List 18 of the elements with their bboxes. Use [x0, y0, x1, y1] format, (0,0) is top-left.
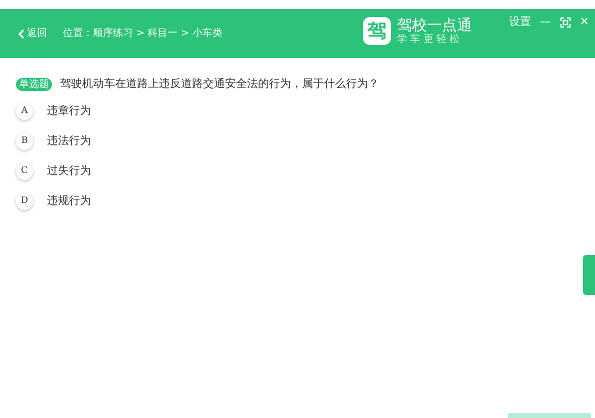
fullscreen-icon[interactable]	[560, 16, 571, 28]
chevron-left-icon	[18, 28, 25, 38]
app-name: 驾校一点通	[397, 17, 472, 34]
app-slogan: 学 车 更 轻 松	[397, 34, 461, 45]
option-text[interactable]: 违规行为	[47, 193, 91, 210]
option-letter[interactable]: B	[16, 133, 33, 150]
question-text: 驾驶机动车在道路上违反道路交通安全法的行为，属于什么行为？	[60, 76, 379, 92]
question-type-tag: 单选题	[16, 78, 52, 91]
logo-mark: 驾	[363, 17, 391, 45]
option-text[interactable]: 违法行为	[47, 133, 91, 150]
side-tab[interactable]	[583, 255, 595, 295]
bottom-button[interactable]	[508, 413, 591, 418]
option-letter[interactable]: A	[16, 103, 33, 120]
breadcrumb: 位置：顺序练习 > 科目一 > 小车类	[63, 26, 222, 41]
option-letter[interactable]: D	[16, 193, 33, 210]
option-text[interactable]: 过失行为	[47, 163, 91, 180]
option-text[interactable]: 违章行为	[47, 103, 91, 120]
option-letter[interactable]: C	[16, 163, 33, 180]
